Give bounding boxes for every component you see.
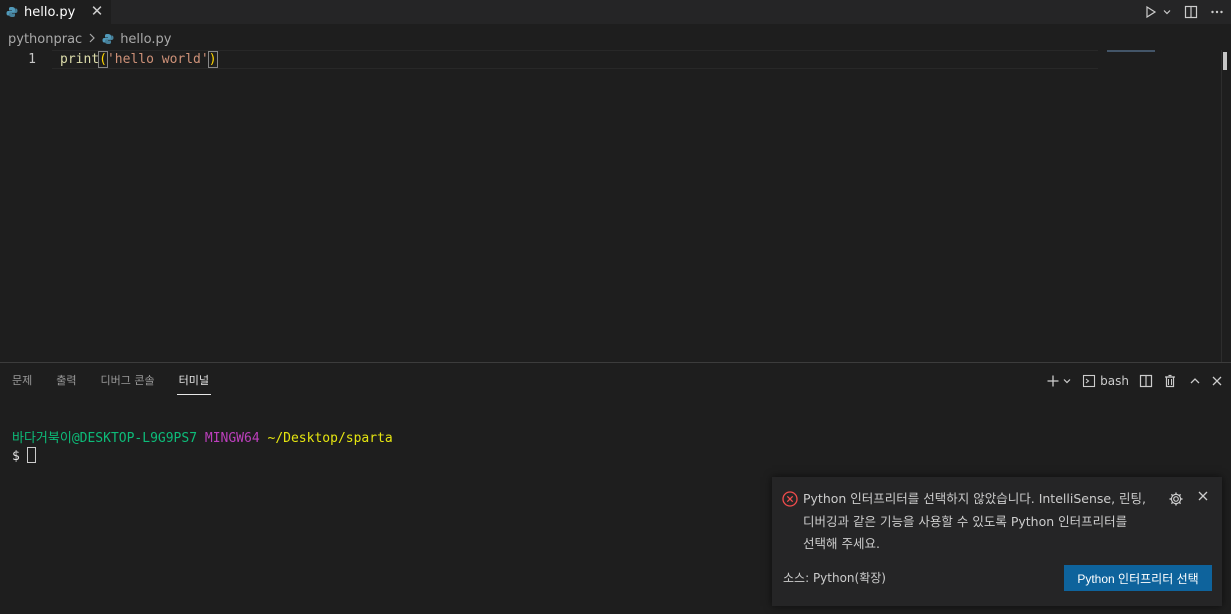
error-icon xyxy=(782,491,798,507)
tab-title: hello.py xyxy=(24,4,76,20)
breadcrumb: pythonprac hello.py xyxy=(8,30,171,48)
code-function: print xyxy=(60,52,100,67)
breadcrumb-file[interactable]: hello.py xyxy=(120,32,171,47)
python-file-icon xyxy=(6,6,18,18)
code-string: 'hello world' xyxy=(106,52,209,67)
tab-debug-console[interactable]: 디버그 콘솔 xyxy=(101,363,155,396)
close-icon[interactable] xyxy=(1195,489,1211,505)
notification-line: 디버깅과 같은 기능을 사용할 수 있도록 Python 인터프리터를 xyxy=(803,513,1128,529)
tab-problems[interactable]: 문제 xyxy=(12,363,32,396)
editor-tab-bar: hello.py ✕ xyxy=(0,0,1231,24)
terminal-user: 바다거북이 xyxy=(12,431,72,446)
terminal-host: @DESKTOP-L9G9PS7 xyxy=(71,431,198,446)
chevron-right-icon xyxy=(88,33,96,46)
terminal-system: MINGW64 xyxy=(204,431,260,446)
notification-toast: Python 인터프리터를 선택하지 않았습니다. IntelliSense, … xyxy=(772,477,1222,606)
python-file-icon xyxy=(102,33,114,45)
shell-label[interactable]: bash xyxy=(1100,374,1129,388)
maximize-panel-icon[interactable] xyxy=(1189,375,1201,387)
code-line[interactable]: print('hello world') xyxy=(60,50,218,69)
notification-source: 소스: Python(확장) xyxy=(783,571,886,585)
notification-message: Python 인터프리터를 선택하지 않았습니다. IntelliSense, … xyxy=(803,488,1153,556)
editor-actions xyxy=(1141,0,1231,24)
terminal-prompt-symbol: $ xyxy=(12,449,20,464)
terminal-path: ~/Desktop/sparta xyxy=(267,431,393,446)
chevron-down-icon[interactable] xyxy=(1062,376,1072,386)
terminal-cursor xyxy=(26,447,36,463)
close-panel-icon[interactable] xyxy=(1211,375,1223,387)
editor-scrollbar[interactable] xyxy=(1221,50,1231,362)
scrollbar-thumb[interactable] xyxy=(1223,52,1227,70)
run-icon[interactable] xyxy=(1141,2,1161,22)
notification-line: Python 인터프리터를 선택하지 않았습니다. IntelliSense, … xyxy=(803,491,1146,506)
close-icon[interactable]: ✕ xyxy=(89,3,105,19)
code-paren-close: ) xyxy=(207,51,218,68)
tab-terminal[interactable]: 터미널 xyxy=(176,363,212,396)
panel-tabs: 문제 출력 디버그 콘솔 터미널 xyxy=(12,363,233,396)
breadcrumb-folder[interactable]: pythonprac xyxy=(8,32,82,47)
more-actions-icon[interactable] xyxy=(1207,2,1227,22)
split-editor-icon[interactable] xyxy=(1181,2,1201,22)
gear-icon[interactable] xyxy=(1168,491,1184,507)
line-number: 1 xyxy=(28,52,36,67)
terminal-output[interactable]: 바다거북이@DESKTOP-L9G9PS7 MINGW64 ~/Desktop/… xyxy=(12,430,393,465)
new-terminal-icon[interactable] xyxy=(1046,374,1060,388)
terminal-input-line[interactable]: $ xyxy=(12,447,393,465)
terminal-prompt-line: 바다거북이@DESKTOP-L9G9PS7 MINGW64 ~/Desktop/… xyxy=(12,430,393,447)
select-interpreter-button[interactable]: Python 인터프리터 선택 xyxy=(1064,565,1212,591)
notification-line: 선택해 주세요. xyxy=(803,536,880,551)
split-terminal-icon[interactable] xyxy=(1139,374,1153,388)
panel-actions: bash xyxy=(1040,371,1223,391)
code-editor[interactable]: 1 print('hello world') xyxy=(0,50,1231,362)
trash-icon[interactable] xyxy=(1163,374,1177,388)
chevron-down-icon[interactable] xyxy=(1161,2,1173,22)
terminal-icon[interactable] xyxy=(1082,374,1096,388)
tab-hello-py[interactable]: hello.py ✕ xyxy=(0,0,111,24)
code-paren-open: ( xyxy=(98,51,108,68)
minimap[interactable] xyxy=(1107,50,1155,52)
tab-output[interactable]: 출력 xyxy=(56,363,76,396)
